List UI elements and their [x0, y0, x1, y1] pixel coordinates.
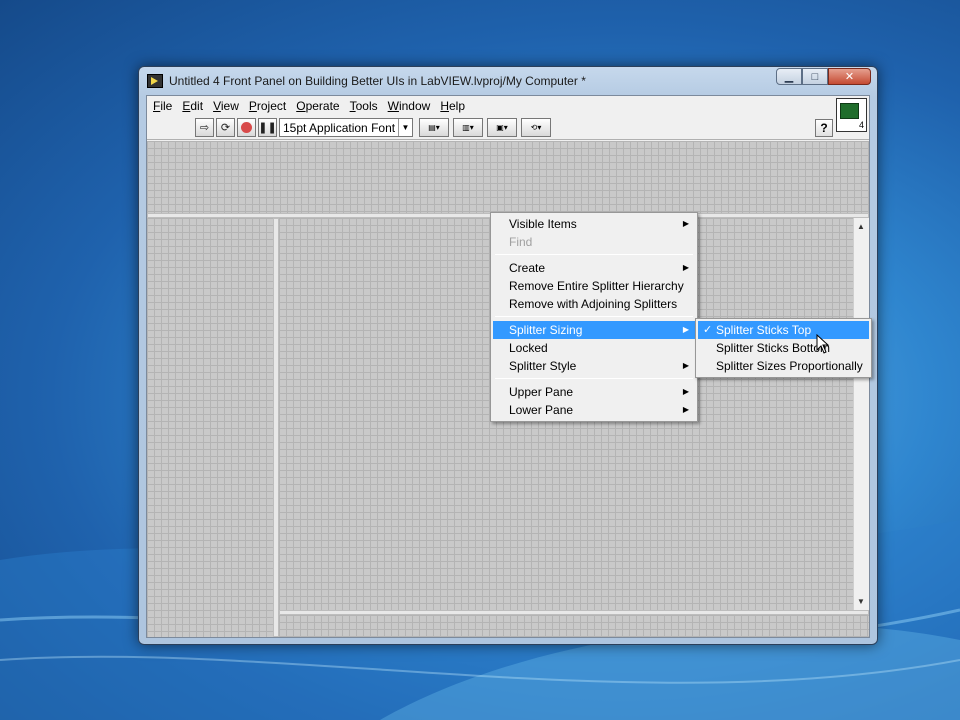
menu-separator	[495, 254, 693, 255]
menu-item-locked[interactable]: Locked	[493, 339, 695, 357]
submenu-item-splitter-sizes-proportionally[interactable]: Splitter Sizes Proportionally	[698, 357, 869, 375]
menu-item-label: Locked	[509, 341, 548, 355]
lower-left-pane[interactable]	[147, 218, 273, 637]
menu-window[interactable]: Window	[388, 99, 431, 113]
checkmark-icon: ✓	[703, 324, 713, 336]
menu-project[interactable]: Project	[249, 99, 286, 113]
minimize-button[interactable]: ▁	[776, 68, 802, 85]
splitter-sizing-submenu: ✓ Splitter Sticks Top Splitter Sticks Bo…	[695, 318, 872, 378]
splitter-context-menu: Visible Items ▶ Find Create ▶ Remove Ent…	[490, 212, 698, 422]
resize-objects-icon[interactable]: ▣▾	[487, 118, 517, 137]
menu-item-label: Visible Items	[509, 217, 577, 231]
menu-item-label: Splitter Sticks Bottom	[716, 341, 831, 355]
menu-tools[interactable]: Tools	[350, 99, 378, 113]
menu-item-upper-pane[interactable]: Upper Pane ▶	[493, 383, 695, 401]
menu-edit[interactable]: Edit	[182, 99, 203, 113]
scroll-down-icon[interactable]: ▼	[857, 597, 865, 606]
title-bar[interactable]: Untitled 4 Front Panel on Building Bette…	[139, 67, 877, 95]
menu-item-label: Create	[509, 261, 546, 275]
submenu-item-splitter-sticks-top[interactable]: ✓ Splitter Sticks Top	[698, 321, 869, 339]
menu-item-create[interactable]: Create ▶	[493, 259, 695, 277]
abort-icon[interactable]	[237, 118, 256, 137]
font-select[interactable]: 15pt Application Font ▼	[279, 118, 413, 137]
window-title: Untitled 4 Front Panel on Building Bette…	[169, 74, 586, 88]
upper-pane[interactable]	[147, 141, 869, 213]
menu-item-label: Remove Entire Splitter Hierarchy	[509, 279, 684, 293]
menu-item-label: Splitter Sizing	[509, 323, 583, 337]
menu-item-label: Splitter Sticks Top	[716, 323, 812, 337]
menu-item-remove-entire-splitter-hierarchy[interactable]: Remove Entire Splitter Hierarchy	[493, 277, 695, 295]
menu-item-remove-with-adjoining-splitters[interactable]: Remove with Adjoining Splitters	[493, 295, 695, 313]
run-arrow-icon[interactable]: ⇨	[195, 118, 214, 137]
menu-item-splitter-sizing[interactable]: Splitter Sizing ▶	[493, 321, 695, 339]
menu-item-splitter-style[interactable]: Splitter Style ▶	[493, 357, 695, 375]
submenu-arrow-icon: ▶	[682, 387, 689, 396]
menu-item-label: Upper Pane	[509, 385, 574, 399]
menu-item-label: Splitter Style	[509, 359, 577, 373]
submenu-arrow-icon: ▶	[682, 325, 689, 334]
submenu-item-splitter-sticks-bottom[interactable]: Splitter Sticks Bottom	[698, 339, 869, 357]
context-help-button[interactable]: ?	[815, 119, 833, 137]
bottom-pane[interactable]	[279, 615, 869, 637]
menu-view[interactable]: View	[213, 99, 239, 113]
distribute-objects-icon[interactable]: ▥▾	[453, 118, 483, 137]
menu-item-label: Find	[509, 235, 533, 249]
align-objects-icon[interactable]: ▤▾	[419, 118, 449, 137]
menu-file[interactable]: File	[153, 99, 172, 113]
menu-item-visible-items[interactable]: Visible Items ▶	[493, 215, 695, 233]
mouse-cursor-icon	[816, 334, 830, 354]
close-button[interactable]: ✕	[828, 68, 871, 85]
maximize-button[interactable]: □	[802, 68, 828, 85]
submenu-arrow-icon: ▶	[682, 263, 689, 272]
menu-item-label: Remove with Adjoining Splitters	[509, 297, 678, 311]
scroll-up-icon[interactable]: ▲	[857, 222, 865, 231]
menu-item-label: Lower Pane	[509, 403, 574, 417]
menu-item-find: Find	[493, 233, 695, 251]
vi-connector-icon[interactable]: 4	[836, 98, 867, 132]
pause-icon[interactable]: ❚❚	[258, 118, 277, 137]
submenu-arrow-icon: ▶	[682, 361, 689, 370]
toolbar: ⇨ ⟳ ❚❚ 15pt Application Font ▼ ▤▾ ▥▾ ▣▾ …	[147, 98, 869, 140]
vi-icon-number: 4	[858, 120, 864, 130]
vertical-scrollbar[interactable]: ▲ ▼	[853, 218, 869, 610]
menu-separator	[495, 316, 693, 317]
reorder-icon[interactable]: ⟲▾	[521, 118, 551, 137]
menu-bar: File Edit View Project Operate Tools Win…	[147, 96, 869, 116]
font-select-value: 15pt Application Font	[283, 120, 396, 135]
submenu-arrow-icon: ▶	[682, 405, 689, 414]
run-continuously-icon[interactable]: ⟳	[216, 118, 235, 137]
menu-item-label: Splitter Sizes Proportionally	[716, 359, 863, 373]
labview-vi-icon	[147, 74, 163, 88]
menu-separator	[495, 378, 693, 379]
chevron-down-icon: ▼	[398, 119, 412, 136]
menu-item-lower-pane[interactable]: Lower Pane ▶	[493, 401, 695, 419]
submenu-arrow-icon: ▶	[682, 219, 689, 228]
menu-operate[interactable]: Operate	[296, 99, 339, 113]
menu-help[interactable]: Help	[440, 99, 465, 113]
